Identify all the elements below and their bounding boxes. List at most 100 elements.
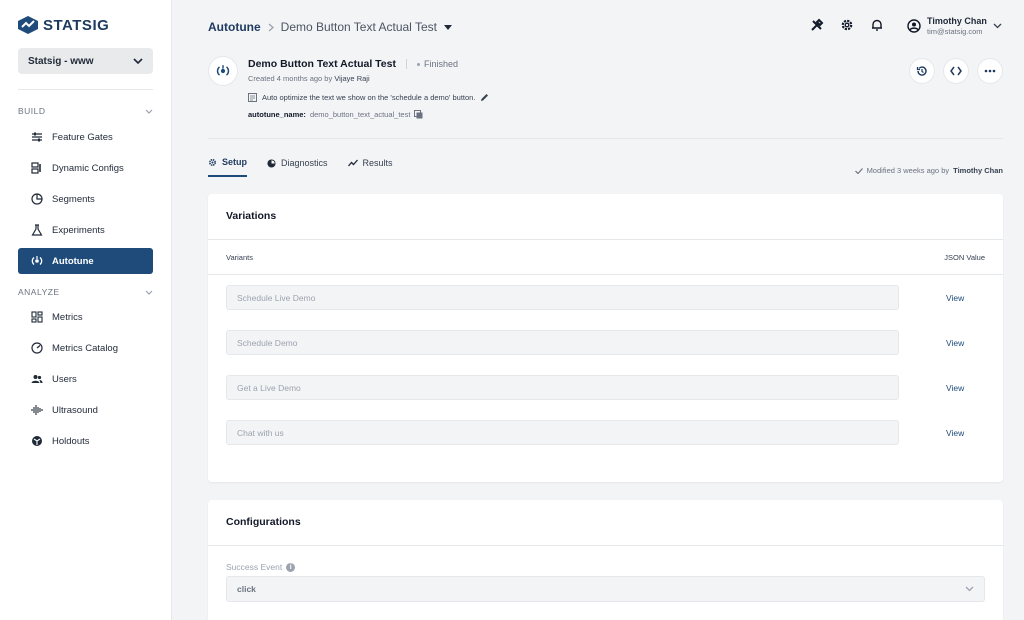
metrics-icon [31, 311, 43, 323]
chevron-down-icon [993, 23, 1002, 29]
view-json-link[interactable]: View [946, 428, 964, 438]
sidebar-item-holdouts[interactable]: Holdouts [18, 428, 153, 454]
success-event-label-text: Success Event [226, 562, 283, 572]
modified-info: Modified 3 weeks ago by Timothy Chan [854, 166, 1003, 175]
project-select[interactable]: Statsig - www [18, 48, 153, 74]
sidebar-item-label: Experiments [52, 224, 105, 236]
configurations-card: Configurations Success Event i click [208, 500, 1003, 620]
diagnostics-icon [267, 158, 276, 168]
more-button[interactable] [978, 59, 1002, 83]
section-analyze-label: ANALYZE [18, 287, 60, 297]
logo[interactable]: STATSIG [18, 16, 109, 34]
tools-icon[interactable] [810, 18, 824, 32]
entity-created: Created 4 months ago by Vijaye Raji [248, 74, 370, 83]
sidebar: STATSIG Statsig - www BUILD Feature Gate… [0, 0, 172, 620]
status-badge: Finished [405, 59, 459, 69]
gear-icon[interactable] [840, 18, 854, 32]
success-event-label: Success Event i [208, 546, 1003, 576]
variations-title: Variations [208, 194, 1003, 240]
status-dot [416, 62, 420, 66]
sidebar-item-label: Users [52, 373, 77, 385]
view-json-link[interactable]: View [946, 338, 964, 348]
holdouts-icon [31, 435, 43, 447]
section-build[interactable]: BUILD [18, 106, 153, 116]
sidebar-item-metrics[interactable]: Metrics [18, 304, 153, 330]
entity-description: Auto optimize the text we show on the 's… [248, 93, 489, 102]
user-menu[interactable]: Timothy Chan tim@statsig.com [907, 16, 1002, 36]
ultrasound-icon [31, 404, 43, 416]
caret-down-icon[interactable] [443, 24, 452, 30]
success-event-value: click [237, 584, 256, 594]
breadcrumb: Autotune Demo Button Text Actual Test [208, 20, 452, 34]
sidebar-item-label: Segments [52, 193, 95, 205]
avatar-icon [907, 19, 921, 33]
sidebar-item-feature-gates[interactable]: Feature Gates [18, 124, 153, 150]
table-row: Get a Live Demo View [208, 365, 1003, 410]
copy-icon[interactable] [414, 110, 423, 119]
code-icon [950, 66, 962, 76]
entity-actions [910, 59, 1002, 83]
code-button[interactable] [944, 59, 968, 83]
table-row: Schedule Live Demo View [208, 275, 1003, 320]
view-json-link[interactable]: View [946, 383, 964, 393]
tabs: Setup Diagnostics Results [208, 157, 393, 177]
sidebar-item-dynamic-configs[interactable]: Dynamic Configs [18, 155, 153, 181]
breadcrumb-root[interactable]: Autotune [208, 20, 261, 34]
sidebar-item-autotune[interactable]: Autotune [18, 248, 153, 274]
info-icon[interactable]: i [286, 562, 296, 572]
variations-card: Variations Variants JSON Value Schedule … [208, 194, 1003, 482]
col-json-value: JSON Value [944, 252, 985, 262]
logo-text: STATSIG [43, 16, 110, 34]
variant-input[interactable]: Get a Live Demo [226, 375, 899, 400]
sidebar-item-label: Dynamic Configs [52, 162, 124, 174]
col-variants: Variants [226, 252, 253, 262]
users-icon [31, 373, 43, 385]
autotune-icon [31, 255, 43, 267]
bell-icon[interactable] [870, 18, 884, 32]
history-button[interactable] [910, 59, 934, 83]
chevron-down-icon [145, 290, 153, 295]
sidebar-item-users[interactable]: Users [18, 366, 153, 392]
tab-diagnostics[interactable]: Diagnostics [267, 157, 328, 177]
sidebar-item-segments[interactable]: Segments [18, 186, 153, 212]
check-icon [854, 167, 863, 174]
chevron-down-icon [133, 58, 143, 64]
sidebar-item-experiments[interactable]: Experiments [18, 217, 153, 243]
key-label: autotune_name: [248, 110, 306, 119]
sidebar-item-metrics-catalog[interactable]: Metrics Catalog [18, 335, 153, 361]
autotune-icon [216, 65, 230, 76]
tab-label: Diagnostics [281, 158, 328, 168]
view-json-link[interactable]: View [946, 293, 964, 303]
breadcrumb-current[interactable]: Demo Button Text Actual Test [281, 20, 437, 34]
history-icon [916, 66, 927, 76]
status-text: Finished [423, 59, 459, 69]
created-prefix: Created 4 months ago by [248, 74, 335, 83]
section-build-label: BUILD [18, 106, 46, 116]
variant-input[interactable]: Schedule Demo [226, 330, 899, 355]
table-row: Chat with us View [208, 410, 1003, 455]
variant-input[interactable]: Chat with us [226, 420, 899, 445]
created-by[interactable]: Vijaye Raji [334, 74, 369, 83]
success-event-select[interactable]: click [226, 576, 985, 602]
entity-avatar [208, 56, 238, 86]
user-name: Timothy Chan [927, 16, 987, 26]
pencil-icon[interactable] [480, 93, 489, 102]
results-icon [347, 159, 358, 167]
tab-results[interactable]: Results [347, 157, 393, 177]
user-email: tim@statsig.com [927, 27, 983, 36]
sidebar-item-label: Autotune [52, 255, 94, 267]
section-analyze[interactable]: ANALYZE [18, 287, 153, 297]
configurations-title: Configurations [208, 500, 1003, 546]
note-icon [248, 93, 257, 102]
sidebar-item-label: Ultrasound [52, 404, 98, 416]
entity-name: Demo Button Text Actual Test [248, 58, 396, 70]
sidebar-divider [18, 89, 153, 90]
key-value: demo_button_text_actual_test [309, 110, 411, 119]
description-text: Auto optimize the text we show on the 's… [262, 93, 476, 102]
entity-title: Demo Button Text Actual Test Finished [248, 58, 458, 70]
tab-setup[interactable]: Setup [208, 157, 248, 177]
modified-prefix: Modified 3 weeks ago by [866, 166, 950, 175]
variant-input[interactable]: Schedule Live Demo [226, 285, 899, 310]
statsig-logo-icon [18, 16, 38, 34]
sidebar-item-ultrasound[interactable]: Ultrasound [18, 397, 153, 423]
